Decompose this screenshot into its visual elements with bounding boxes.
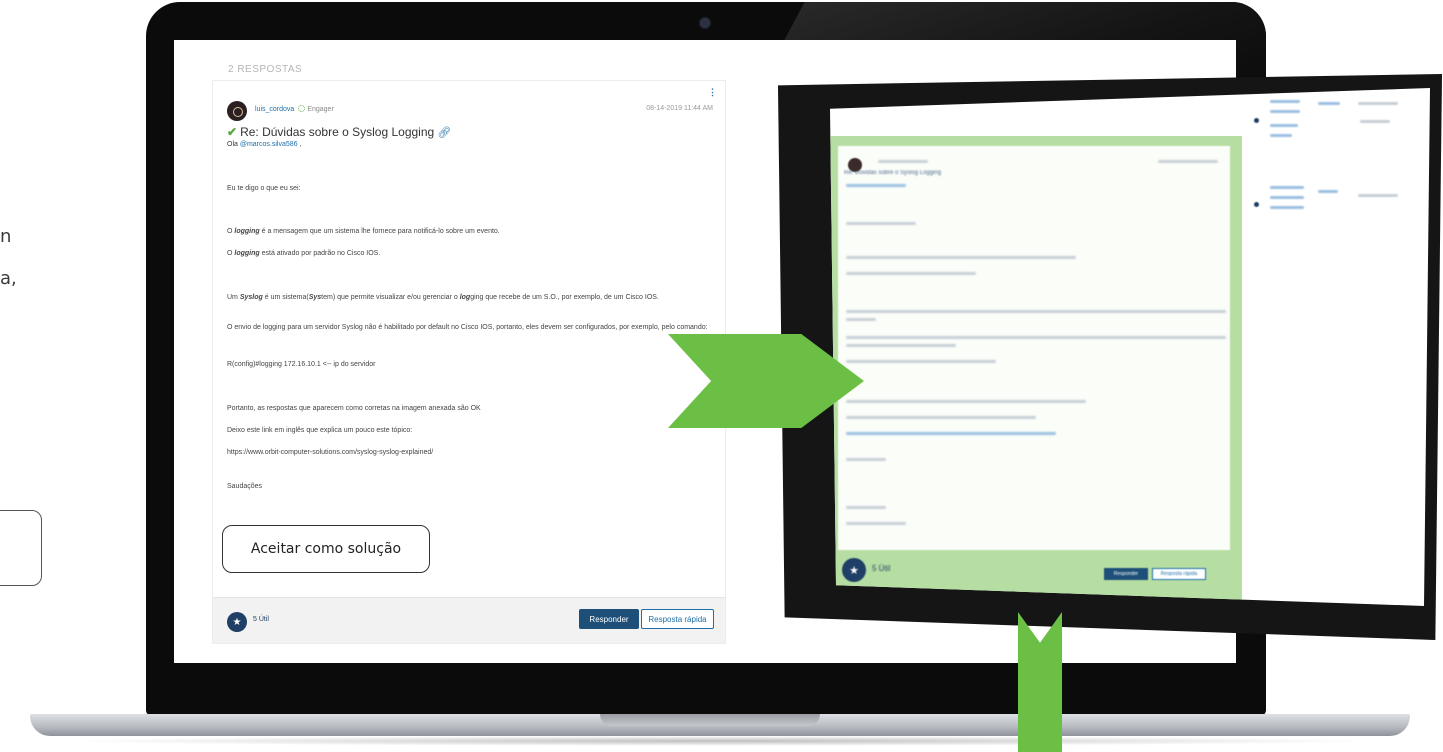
inset-side-line: [1270, 110, 1300, 113]
post-title: ✔ Re: Dúvidas sobre o Syslog Logging 🔗︎: [227, 125, 451, 139]
inset-text-line: [846, 432, 1056, 435]
inset-text-line: [1158, 160, 1218, 163]
inset-side-dot: [1254, 118, 1259, 123]
inset-text-line: [846, 222, 916, 225]
inset-side-dot: [1254, 202, 1259, 207]
inset-side-line: [1318, 102, 1340, 105]
post-date: 08-14-2019 11:44 AM: [646, 105, 713, 112]
p3-bold: logging: [234, 250, 260, 257]
p4-c: é um sistema(: [262, 294, 309, 301]
post-paragraph-3: O logging está ativado por padrão no Cis…: [227, 248, 717, 260]
inset-post: [838, 146, 1230, 550]
kudos-count[interactable]: 5 Útil: [253, 616, 269, 623]
post-paragraph-4: Um Syslog é um sistema(System) que permi…: [227, 292, 717, 304]
inset-side-line: [1270, 196, 1304, 199]
p4-a: Um: [227, 294, 240, 301]
post-paragraph-8: Deixo este link em inglês que explica um…: [227, 427, 413, 434]
inset-text-line: [846, 506, 886, 509]
left-text-fragment-2: a,: [0, 268, 17, 289]
post-footer: ★ 5 Útil Responder Resposta rápida: [213, 597, 725, 643]
p4-d: Sys: [308, 294, 322, 301]
p2-bold: logging: [234, 228, 260, 235]
inset-star-kudos-icon: ★: [842, 558, 866, 582]
inset-text-line: [846, 318, 876, 321]
p4-e: tem) que permite visualizar e/ou gerenci…: [321, 294, 460, 301]
p2-post: é a mensagem que um sistema lhe fornece …: [259, 228, 500, 235]
inset-side-line: [1358, 102, 1398, 105]
author-rank: Engager: [307, 106, 334, 113]
inset-side-line: [1270, 100, 1300, 103]
laptop-base-notch: [600, 714, 820, 726]
greeting-suffix: ,: [297, 141, 302, 148]
check-icon: ✔: [227, 125, 238, 139]
left-cropped-button: [0, 510, 42, 586]
inset-side-line: [1270, 134, 1292, 137]
greeting-prefix: Ola: [227, 141, 240, 148]
inset-highlight: [830, 136, 1242, 606]
inset-screenshot: Re: Dúvidas sobre o Syslog Logging ★ 5 Ú…: [830, 88, 1430, 606]
inset-text-line: [846, 360, 996, 363]
kebab-menu-icon[interactable]: ⋮: [708, 88, 717, 97]
inset-post-title: Re: Dúvidas sobre o Syslog Logging: [844, 170, 942, 176]
inset-side-line: [1360, 120, 1390, 123]
inset-sidebar: [1248, 98, 1428, 298]
p4-g: ging que recebe de um S.O., por exemplo,…: [470, 294, 659, 301]
post-paragraph-2: O logging é a mensagem que um sistema lh…: [227, 226, 717, 238]
inset-text-line: [846, 184, 906, 187]
inset-text-line: [846, 400, 1086, 403]
inset-text-line: [846, 310, 1226, 313]
post-paragraph-1: Eu te digo o que eu sei:: [227, 185, 301, 192]
mention-link[interactable]: @marcos.silva586: [240, 141, 298, 148]
post-paragraph-7: Portanto, as respostas que aparecem como…: [227, 405, 481, 412]
forum-post: ⋮ luis_cordova Engager 08-14-2019 11:44 A…: [212, 80, 726, 644]
inset-kudos-count: 5 Útil: [872, 564, 891, 573]
reply-button[interactable]: Responder: [579, 609, 639, 629]
left-text-fragment-1: n: [0, 226, 12, 247]
post-paragraph-5: O envio de logging para um servidor Sysl…: [227, 324, 708, 331]
star-kudos-icon[interactable]: ★: [227, 612, 247, 632]
post-greeting: Ola @marcos.silva586 ,: [227, 141, 301, 148]
link-icon[interactable]: 🔗︎: [437, 127, 451, 139]
inset-text-line: [846, 344, 956, 347]
inset-quick-reply-button: Resposta rápida: [1152, 568, 1206, 580]
accept-solution-button[interactable]: Aceitar como solução: [222, 525, 430, 573]
replies-header: 2 RESPOSTAS: [228, 64, 303, 75]
inset-side-line: [1270, 124, 1298, 127]
inset-text-line: [846, 272, 976, 275]
rank-icon: [298, 105, 306, 112]
inset-text-line: [846, 416, 1036, 419]
post-author[interactable]: luis_cordova Engager: [255, 105, 334, 113]
laptop-shadow: [60, 736, 1380, 746]
inset-text-line: [846, 458, 886, 461]
inset-side-line: [1270, 186, 1304, 189]
quick-reply-button[interactable]: Resposta rápida: [641, 609, 714, 629]
inset-side-line: [1270, 206, 1304, 209]
inset-text-line: [878, 160, 928, 163]
inset-text-line: [846, 336, 1226, 339]
post-title-text: Re: Dúvidas sobre o Syslog Logging: [240, 125, 435, 139]
inset-text-line: [846, 522, 906, 525]
p4-b: Syslog: [239, 294, 263, 301]
webcam: [700, 18, 710, 28]
inset-text-line: [846, 256, 1076, 259]
inset-side-line: [1358, 194, 1398, 197]
inset-reply-button: Responder: [1104, 568, 1148, 580]
inset-side-line: [1318, 190, 1338, 193]
post-command: R(config)#logging 172.16.10.1 <-- ip do …: [227, 361, 376, 368]
post-external-link[interactable]: https://www.orbit-computer-solutions.com…: [227, 447, 717, 459]
p3-post: está ativado por padrão no Cisco IOS.: [259, 250, 381, 257]
author-name[interactable]: luis_cordova: [255, 106, 294, 113]
post-closing: Saudações: [227, 483, 263, 490]
p4-f: log: [459, 294, 471, 301]
avatar[interactable]: [227, 101, 247, 121]
